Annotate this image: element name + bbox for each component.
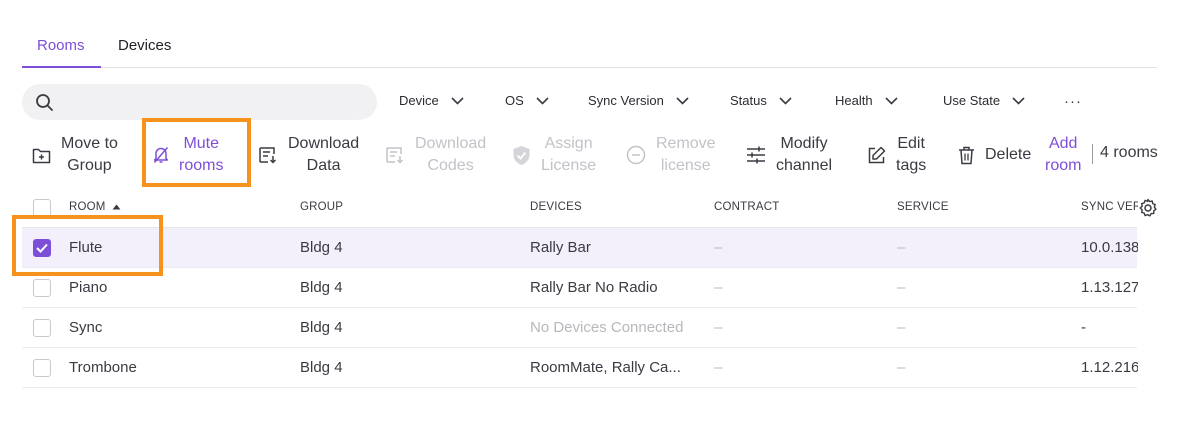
filter-health-label: Health [835,93,873,108]
filter-os[interactable]: OS [505,93,549,108]
cell-group: Bldg 4 [300,359,343,376]
rooms-table: ROOM GROUP DEVICES CONTRACT SERVICE SYNC… [22,188,1157,388]
sliders-icon [747,146,765,164]
cell-group: Bldg 4 [300,319,343,336]
cell-sync-version: 1.12.216 [1081,359,1138,376]
chevron-down-icon [779,96,792,105]
move-to-group-label: Move to Group [61,135,118,174]
download-data-label: Download Data [288,135,360,174]
cell-room[interactable]: Trombone [69,359,137,376]
table-header: ROOM GROUP DEVICES CONTRACT SERVICE SYNC… [22,188,1157,228]
cell-service: – [897,239,906,256]
highlight-mute-rooms [142,118,251,187]
cell-service: – [897,359,906,376]
cell-room[interactable]: Piano [69,279,107,296]
cell-group: Bldg 4 [300,239,343,256]
highlight-flute-row [12,215,163,276]
remove-license-button[interactable]: Remove license [626,132,716,178]
filter-status[interactable]: Status [730,93,792,108]
download-codes-button[interactable]: Download Codes [385,132,486,178]
cell-devices: Rally Bar [530,239,591,256]
chevron-down-icon [885,96,898,105]
column-header-service[interactable]: SERVICE [897,201,949,213]
delete-label: Delete [985,146,1032,163]
filter-health[interactable]: Health [835,93,898,108]
room-count: 4 rooms [1100,144,1158,161]
filter-sync-version-label: Sync Version [588,93,664,108]
edit-tags-label: Edit tags [896,135,927,174]
tab-devices[interactable]: Devices [118,37,171,54]
cell-contract: – [714,319,723,336]
trash-icon [959,146,974,164]
chevron-down-icon [676,96,689,105]
download-data-button[interactable]: Download Data [258,132,359,178]
assign-license-button[interactable]: Assign License [512,132,596,178]
filter-device[interactable]: Device [399,93,464,108]
edit-icon [868,146,886,163]
column-header-group[interactable]: GROUP [300,201,343,213]
column-header-devices[interactable]: DEVICES [530,201,582,213]
cell-sync-version: 1.13.127 [1081,279,1138,296]
minus-circle-icon [626,145,646,165]
column-header-sync-version[interactable]: SYNC VER [1081,201,1138,213]
row-checkbox[interactable] [33,359,51,377]
chevron-down-icon [451,96,464,105]
remove-license-label: Remove license [656,135,716,174]
search-icon [36,94,53,111]
cell-sync-version: - [1081,319,1086,336]
table-row[interactable]: Trombone Bldg 4 RoomMate, Rally Ca... – … [22,348,1138,388]
download-list-icon [386,147,404,164]
table-row[interactable]: Flute Bldg 4 Rally Bar – – 10.0.138 [22,228,1138,268]
gear-icon[interactable] [1138,198,1158,218]
cell-contract: – [714,279,723,296]
download-list-icon [259,147,277,164]
cell-room[interactable]: Sync [69,319,102,336]
chevron-down-icon [1012,96,1025,105]
move-to-group-button[interactable]: Move to Group [32,132,118,178]
sort-asc-icon [112,204,121,210]
assign-license-label: Assign License [541,135,597,174]
filter-status-label: Status [730,93,767,108]
cell-devices: RoomMate, Rally Ca... [530,359,681,376]
more-filters-button[interactable]: ··· [1064,93,1082,110]
filter-device-label: Device [399,93,439,108]
shield-check-icon [513,145,530,165]
add-room-label: Add room [1045,135,1082,174]
filter-use-state-label: Use State [943,93,1001,108]
edit-tags-button[interactable]: Edit tags [867,132,926,178]
delete-button[interactable]: Delete [958,132,1031,178]
folder-plus-icon [32,148,51,163]
table-row[interactable]: Sync Bldg 4 No Devices Connected – – - [22,308,1137,348]
column-header-room[interactable]: ROOM [69,201,121,213]
cell-group: Bldg 4 [300,279,343,296]
filter-os-label: OS [505,93,524,108]
modify-channel-label: Modify channel [776,135,833,174]
filter-use-state[interactable]: Use State [943,93,1025,108]
cell-sync-version: 10.0.138 [1081,239,1138,256]
modify-channel-button[interactable]: Modify channel [746,132,832,178]
tab-rooms[interactable]: Rooms [37,37,85,54]
cell-contract: – [714,359,723,376]
cell-devices: No Devices Connected [530,319,684,336]
row-checkbox[interactable] [33,279,51,297]
cell-contract: – [714,239,723,256]
column-header-contract[interactable]: CONTRACT [714,201,780,213]
add-room-button[interactable]: Add room [1045,132,1081,178]
cell-devices: Rally Bar No Radio [530,279,658,296]
row-checkbox[interactable] [33,319,51,337]
download-codes-label: Download Codes [415,135,487,174]
toolbar-divider [1092,144,1093,164]
table-row[interactable]: Piano Bldg 4 Rally Bar No Radio – – 1.13… [22,268,1138,308]
search-input[interactable] [22,84,377,120]
cell-service: – [897,319,906,336]
tab-bar: Rooms Devices [22,28,1157,68]
chevron-down-icon [536,96,549,105]
filter-sync-version[interactable]: Sync Version [588,93,689,108]
cell-service: – [897,279,906,296]
active-tab-indicator [22,66,101,68]
